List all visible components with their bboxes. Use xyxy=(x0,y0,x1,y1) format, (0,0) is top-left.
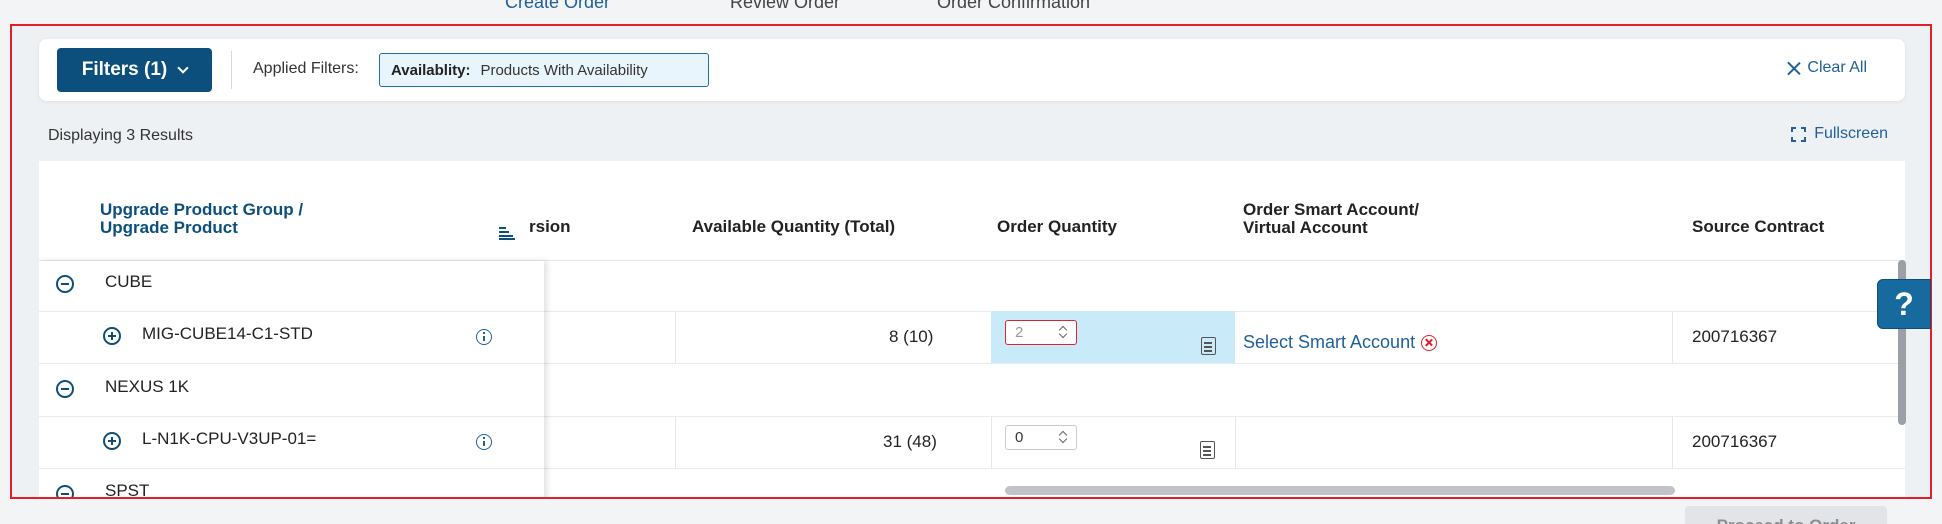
filter-chip-availability[interactable]: Availablity: Products With Availability xyxy=(379,53,709,87)
notes-icon[interactable] xyxy=(1201,337,1216,355)
quantity-stepper[interactable]: 0 xyxy=(1005,425,1077,450)
upgrade-products-table: Upgrade Product Group / Upgrade Product … xyxy=(39,161,1905,499)
stepper-arrows-icon[interactable] xyxy=(1058,429,1068,446)
expand-icon[interactable] xyxy=(103,432,121,450)
step-create-order[interactable]: Create Order xyxy=(505,0,610,13)
filter-chip-value: Products With Availability xyxy=(480,61,648,79)
info-icon[interactable] xyxy=(476,434,492,450)
header-version[interactable]: rsion xyxy=(529,218,571,236)
header-source-contract[interactable]: Source Contract xyxy=(1692,218,1824,236)
product-label: MIG-CUBE14-C1-STD xyxy=(142,324,313,343)
notes-icon[interactable] xyxy=(1200,441,1215,459)
available-quantity-cell: 8 (10) xyxy=(889,327,934,346)
header-smart-account-line1: Order Smart Account/ xyxy=(1243,200,1420,219)
order-quantity-cell[interactable]: 2 xyxy=(991,311,1235,363)
filter-chip-key: Availablity: xyxy=(391,61,471,79)
header-order-quantity[interactable]: Order Quantity xyxy=(997,218,1117,236)
fullscreen-icon xyxy=(1791,126,1807,142)
clear-all-label: Clear All xyxy=(1807,59,1867,76)
step-order-confirmation[interactable]: Order Confirmation xyxy=(937,0,1090,13)
header-available-quantity[interactable]: Available Quantity (Total) xyxy=(692,218,895,236)
collapse-icon[interactable] xyxy=(56,275,74,293)
header-smart-account-line2: Virtual Account xyxy=(1243,218,1368,237)
clear-all-button[interactable]: Clear All xyxy=(1787,59,1867,77)
quantity-stepper[interactable]: 2 xyxy=(1005,320,1077,345)
proceed-to-order-button[interactable]: Proceed to Order xyxy=(1685,506,1887,524)
horizontal-scrollbar[interactable] xyxy=(1005,486,1675,495)
header-product-group[interactable]: Upgrade Product Group / Upgrade Product xyxy=(100,201,303,237)
row-divider xyxy=(39,363,544,364)
source-contract-cell: 200716367 xyxy=(1692,432,1778,451)
cell-divider xyxy=(1235,416,1236,468)
source-contract-cell: 200716367 xyxy=(1692,327,1778,346)
info-icon[interactable] xyxy=(476,329,492,345)
fullscreen-button[interactable]: Fullscreen xyxy=(1791,125,1888,143)
help-button[interactable]: ? xyxy=(1877,279,1931,329)
cell-divider xyxy=(1672,416,1673,468)
cell-divider xyxy=(675,416,676,468)
filter-bar: Filters (1) Applied Filters: Availablity… xyxy=(39,39,1905,101)
product-label: L-N1K-CPU-V3UP-01= xyxy=(142,429,317,448)
applied-filters-label: Applied Filters: xyxy=(253,60,359,77)
cell-divider xyxy=(1672,311,1673,363)
collapse-icon[interactable] xyxy=(56,380,74,398)
row-divider xyxy=(39,468,544,469)
row-divider xyxy=(39,311,544,312)
divider xyxy=(231,51,232,89)
order-steps: Create Order Review Order Order Confirma… xyxy=(0,0,1942,12)
close-icon xyxy=(1787,61,1801,75)
collapse-icon[interactable] xyxy=(56,485,74,497)
chevron-down-icon xyxy=(177,61,189,74)
quantity-value: 2 xyxy=(1015,324,1024,341)
group-label: CUBE xyxy=(105,272,153,291)
header-product-group-line2: Upgrade Product xyxy=(100,218,238,237)
sort-icon[interactable] xyxy=(499,227,515,240)
group-label: NEXUS 1K xyxy=(105,377,190,396)
filters-button-label: Filters (1) xyxy=(81,59,168,80)
results-panel: Filters (1) Applied Filters: Availablity… xyxy=(10,24,1932,499)
order-quantity-cell[interactable]: 0 xyxy=(991,416,1235,468)
cell-divider xyxy=(675,311,676,363)
select-smart-account-label: Select Smart Account xyxy=(1243,332,1416,352)
expand-icon[interactable] xyxy=(103,327,121,345)
group-label: SPST xyxy=(105,481,150,499)
available-quantity-cell: 31 (48) xyxy=(883,432,937,451)
quantity-value: 0 xyxy=(1015,429,1024,446)
header-product-group-line1: Upgrade Product Group / xyxy=(100,200,304,219)
step-review-order[interactable]: Review Order xyxy=(730,0,840,13)
row-divider xyxy=(39,416,544,417)
error-icon xyxy=(1421,334,1438,351)
stepper-arrows-icon[interactable] xyxy=(1058,324,1068,341)
results-count: Displaying 3 Results xyxy=(48,127,193,144)
select-smart-account-link[interactable]: Select Smart Account xyxy=(1243,332,1438,353)
frozen-product-column: CUBE MIG-CUBE14-C1-STD NEXUS 1K L-N1K-CP… xyxy=(39,261,544,499)
header-smart-account[interactable]: Order Smart Account/ Virtual Account xyxy=(1243,201,1419,237)
filters-button[interactable]: Filters (1) xyxy=(57,48,212,92)
fullscreen-label: Fullscreen xyxy=(1814,125,1888,142)
